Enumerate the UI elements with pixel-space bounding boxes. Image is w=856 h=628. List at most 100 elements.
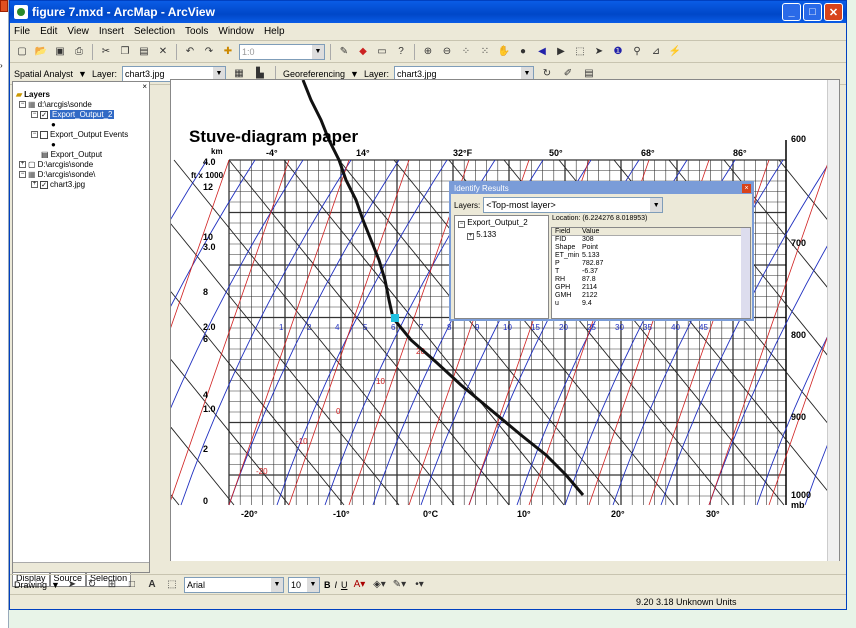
open-icon[interactable]: 📂 — [33, 44, 49, 60]
pan-icon[interactable]: ✋ — [496, 44, 512, 60]
marker-color-icon[interactable]: •▾ — [411, 577, 427, 593]
identify-tree-child[interactable]: + 5.133 — [455, 230, 548, 240]
menu-file[interactable]: File — [14, 26, 30, 37]
map-view[interactable]: 4.0 12 10 3.0 8 2.0 6 4 1.0 2 0 km ft x 1000 -4° 14° 32… — [170, 79, 840, 573]
identify-row[interactable]: u 9.4 — [552, 300, 750, 308]
underline-button[interactable]: U — [341, 580, 348, 590]
identify-layers-combo[interactable]: <Top-most layer> ▼ — [483, 197, 664, 213]
close-button[interactable]: ✕ — [824, 3, 843, 21]
zoom-whole-page-icon[interactable]: ⊞ — [104, 577, 120, 593]
select-arrow-icon[interactable]: ➤ — [64, 577, 80, 593]
menu-view[interactable]: View — [67, 26, 89, 37]
identify-scrollbar[interactable] — [741, 228, 750, 318]
rotate-element-icon[interactable]: ↻ — [84, 577, 100, 593]
scale-combo[interactable]: 1:0 ▼ — [239, 43, 325, 60]
georeferencing-menu[interactable]: Georeferencing — [283, 69, 345, 79]
line-color-icon[interactable]: ✎▾ — [391, 577, 407, 593]
mixing-ratio-label: 7 — [419, 323, 424, 332]
measure-icon[interactable]: ⊿ — [648, 44, 664, 60]
col-value[interactable]: Value — [582, 228, 702, 235]
size-combo[interactable]: 10 ▼ — [287, 576, 320, 593]
identify-field: RH — [555, 276, 566, 283]
full-extent-icon[interactable]: ● — [515, 44, 531, 60]
toc-item-export-output-2[interactable]: − ✓ Export_Output_2 — [31, 110, 115, 119]
toc-item-export-output-events[interactable]: − Export_Output Events — [31, 130, 128, 139]
find-icon[interactable]: ⚲ — [629, 44, 645, 60]
map-hscroll[interactable] — [150, 561, 840, 573]
arctoolbox-icon[interactable]: ◆ — [355, 44, 371, 60]
redo-icon[interactable]: ↷ — [201, 44, 217, 60]
identify-row[interactable]: RH 87.8 — [552, 276, 750, 284]
menu-selection[interactable]: Selection — [134, 26, 175, 37]
paste-icon[interactable]: ▤ — [136, 44, 152, 60]
zoom-out-icon[interactable]: ⊖ — [439, 44, 455, 60]
font-color-icon[interactable]: A▾ — [351, 577, 367, 593]
identify-row[interactable]: P 782.87 — [552, 260, 750, 268]
fixed-zoom-in-icon[interactable]: ⁘ — [458, 44, 474, 60]
top-temp-label: 68° — [641, 148, 655, 158]
identify-row[interactable]: Shape Point — [552, 244, 750, 252]
font-combo[interactable]: Arial ▼ — [183, 576, 284, 593]
hyperlink-icon[interactable]: ⚡ — [667, 44, 683, 60]
identify-row[interactable]: FID 308 — [552, 236, 750, 244]
stuve-diagram: 4.012103.082.0641.020kmft x 1000-4° 14° 32… — [171, 80, 829, 519]
identify-row[interactable]: ET_min 5.133 — [552, 252, 750, 260]
app-icon[interactable] — [0, 0, 8, 12]
undo-icon[interactable]: ↶ — [182, 44, 198, 60]
italic-button[interactable]: I — [334, 580, 337, 590]
back-icon[interactable]: ◀ — [534, 44, 550, 60]
select-features-icon[interactable]: ⬚ — [572, 44, 588, 60]
zoom-in-icon[interactable]: ⊕ — [420, 44, 436, 60]
menu-insert[interactable]: Insert — [99, 26, 124, 37]
toc-item-sonde-1[interactable]: − ▦ d:\arcgis\sonde — [19, 100, 92, 109]
identify-row[interactable]: T -6.37 — [552, 268, 750, 276]
menu-help[interactable]: Help — [264, 26, 285, 37]
identify-value: 9.4 — [582, 300, 592, 307]
minimize-button[interactable]: _ — [782, 3, 801, 21]
toc-layers[interactable]: ▰ Layers — [16, 90, 50, 99]
delete-icon[interactable]: ✕ — [155, 44, 171, 60]
identify-row[interactable]: GMH 2122 — [552, 292, 750, 300]
toc-hscroll[interactable] — [13, 562, 149, 572]
col-field[interactable]: Field — [552, 228, 582, 235]
map-vscroll[interactable] — [827, 80, 839, 572]
toc-item-chart3[interactable]: + ✓ chart3.jpg — [31, 180, 85, 189]
toc-item-sonde-2[interactable]: + ▢ D:\arcgis\sonde — [19, 160, 93, 169]
toc-item-export-output[interactable]: ▤ Export_Output — [41, 150, 102, 159]
text-a-icon[interactable]: A — [144, 577, 160, 593]
callout-icon[interactable]: ⬚ — [164, 577, 180, 593]
new-icon[interactable]: ▢ — [14, 44, 30, 60]
identify-tree-root[interactable]: − Export_Output_2 — [455, 216, 548, 230]
select-elements-icon[interactable]: ➤ — [591, 44, 607, 60]
bold-button[interactable]: B — [324, 580, 331, 590]
cut-icon[interactable]: ✂ — [98, 44, 114, 60]
copy-icon[interactable]: ❐ — [117, 44, 133, 60]
toc-close-icon[interactable]: × — [142, 82, 147, 91]
mixing-ratio-label: 25 — [587, 323, 596, 332]
identified-point[interactable] — [391, 314, 399, 322]
identify-field: FID — [555, 236, 567, 243]
identify-icon[interactable]: ❶ — [610, 44, 626, 60]
identify-row[interactable]: GPH 2114 — [552, 284, 750, 292]
menu-edit[interactable]: Edit — [40, 26, 57, 37]
drawing-menu[interactable]: Drawing — [14, 580, 47, 590]
editor-icon[interactable]: ✎ — [336, 44, 352, 60]
identify-close-button[interactable]: × — [742, 184, 751, 193]
print-icon[interactable]: ⎙ — [71, 44, 87, 60]
menu-window[interactable]: Window — [218, 26, 254, 37]
add-data-icon[interactable]: ✚ — [220, 44, 236, 60]
help-icon[interactable]: ? — [393, 44, 409, 60]
save-icon[interactable]: ▣ — [52, 44, 68, 60]
fill-color-icon[interactable]: ◈▾ — [371, 577, 387, 593]
mixing-ratio-label: 9 — [475, 323, 480, 332]
toc-item-sonde-3[interactable]: − ▦ D:\arcgis\sonde\ — [19, 170, 95, 179]
isotherm-label: 0 — [336, 407, 341, 416]
fixed-zoom-out-icon[interactable]: ⁙ — [477, 44, 493, 60]
spatial-analyst-menu[interactable]: Spatial Analyst — [14, 69, 73, 79]
forward-icon[interactable]: ▶ — [553, 44, 569, 60]
top-temp-label: 50° — [549, 148, 563, 158]
maximize-button[interactable]: □ — [803, 3, 822, 21]
rectangle-icon[interactable]: □ — [124, 577, 140, 593]
menu-tools[interactable]: Tools — [185, 26, 208, 37]
catalog-icon[interactable]: ▭ — [374, 44, 390, 60]
